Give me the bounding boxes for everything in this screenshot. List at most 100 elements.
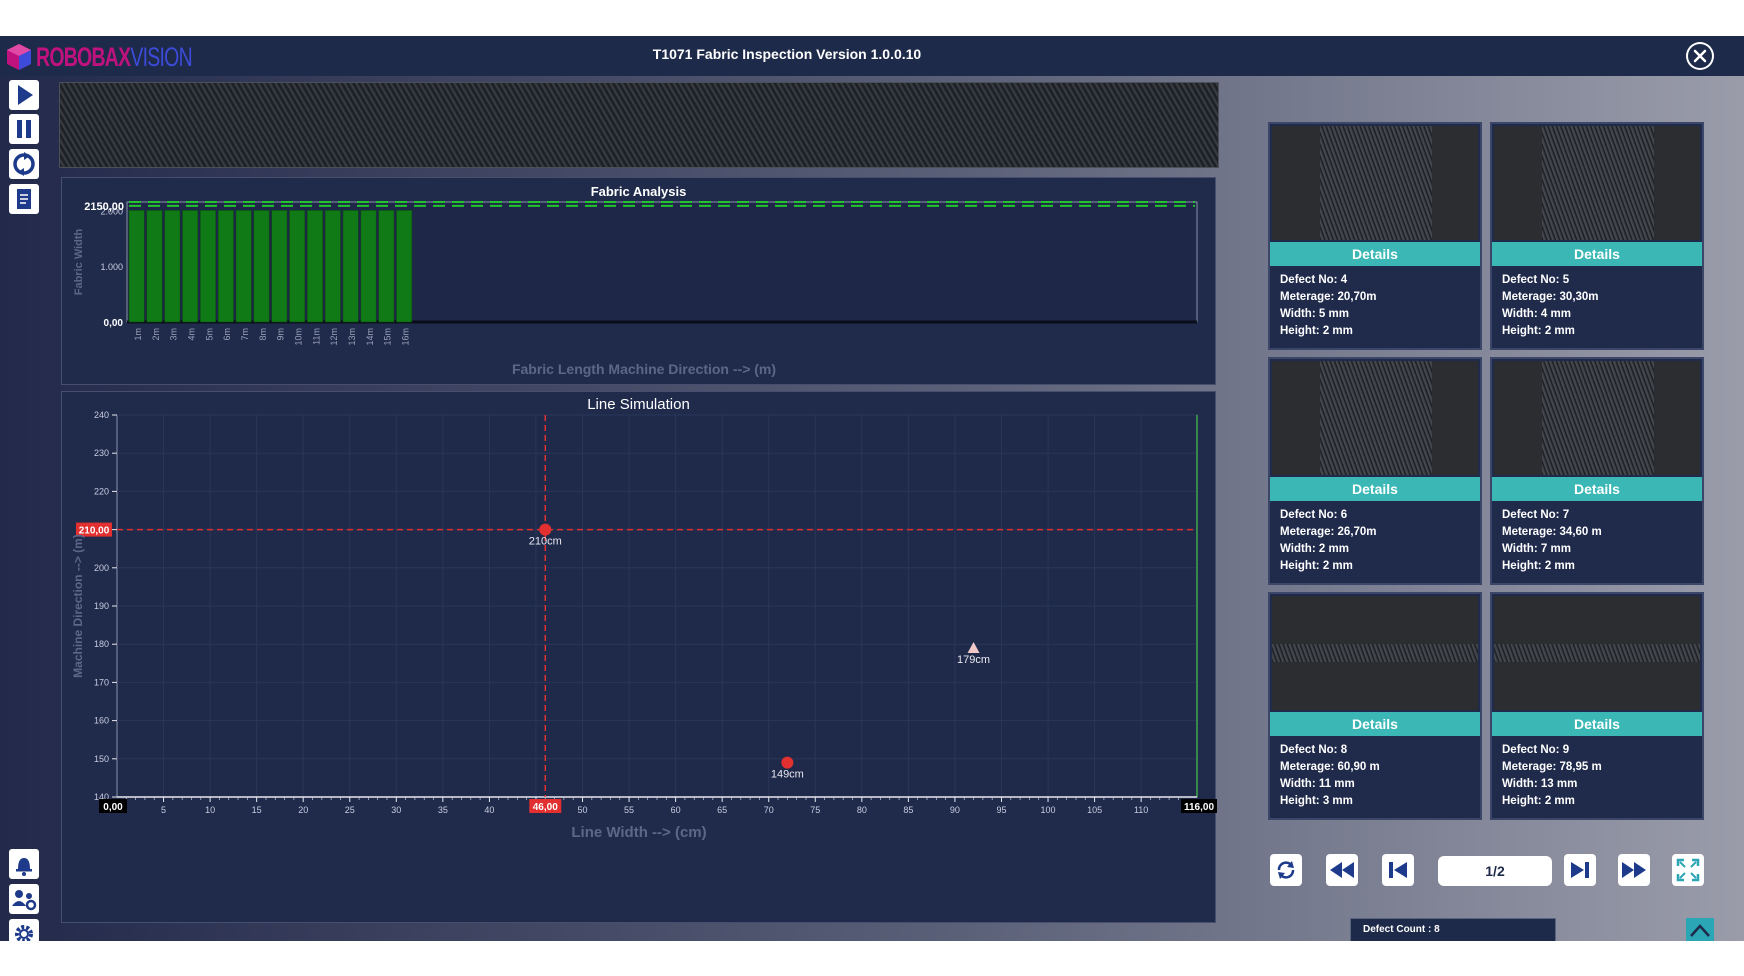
defect-info: Defect No: 6 Meterage: 26,70m Width: 2 mm H… [1280, 507, 1476, 575]
x-max-label: 116,00 [1184, 802, 1214, 813]
fabric-bar [289, 210, 306, 323]
scatter-x-tick-label: 110 [1134, 805, 1148, 815]
defect-no-value: 6 [1340, 509, 1348, 521]
meterage-label: Meterage: [1502, 291, 1557, 303]
fabric-bar [396, 210, 413, 323]
width-label: Width: [1502, 543, 1538, 555]
details-button[interactable]: Details [1492, 712, 1702, 736]
defect-no-label: Defect No: [1502, 509, 1560, 521]
scatter-y-tick-label: 190 [94, 601, 109, 611]
scatter-y-tick-label: 200 [94, 563, 109, 573]
meterage-value: 60,90 m [1337, 761, 1380, 773]
details-button[interactable]: Details [1492, 242, 1702, 266]
rewind-button[interactable] [1326, 854, 1358, 886]
scatter-x-tick-label: 100 [1041, 805, 1056, 815]
bar-x-tick-label: 16m [400, 328, 410, 346]
close-button[interactable] [1686, 42, 1714, 70]
bar-x-tick-label: 3m [169, 328, 179, 341]
fabric-bar [253, 210, 270, 323]
defect-info: Defect No: 4 Meterage: 20,70m Width: 5 mm H… [1280, 272, 1476, 340]
bar-x-tick-label: 1m [133, 328, 143, 341]
defect-no-label: Defect No: [1502, 744, 1560, 756]
defect-no-label: Defect No: [1280, 744, 1338, 756]
defect-thumbnail[interactable] [1272, 361, 1478, 475]
height-value: 2 mm [1322, 325, 1353, 337]
details-button[interactable]: Details [1492, 477, 1702, 501]
play-button[interactable] [9, 80, 39, 110]
defect-point-label: 149cm [771, 769, 804, 781]
details-button[interactable]: Details [1270, 712, 1480, 736]
scatter-x-tick-label: 50 [578, 805, 588, 815]
height-value: 2 mm [1322, 560, 1353, 572]
scroll-up-button[interactable] [1686, 918, 1714, 941]
reset-button[interactable] [9, 149, 39, 179]
bar-x-tick-label: 6m [222, 328, 232, 341]
bar-x-axis-label: Fabric Length Machine Direction --> (m) [512, 361, 776, 377]
height-label: Height: [1280, 795, 1320, 807]
refresh-button[interactable] [1270, 854, 1302, 886]
fabric-bar [200, 210, 216, 323]
height-label: Height: [1502, 560, 1542, 572]
alarm-button[interactable] [9, 849, 39, 879]
bar-x-tick-label: 9m [276, 328, 286, 341]
fullscreen-button[interactable] [1672, 854, 1704, 886]
users-button[interactable] [9, 884, 39, 914]
bell-icon [9, 849, 39, 879]
defect-thumbnail[interactable] [1272, 596, 1478, 710]
bar-current-value-label: 2150,00 [84, 201, 124, 213]
skip-first-icon [1382, 854, 1414, 886]
pause-icon [9, 114, 39, 144]
meterage-label: Meterage: [1502, 526, 1557, 538]
defect-card: Details Defect No: 4 Meterage: 20,70m Width… [1268, 122, 1482, 350]
defect-thumbnail[interactable] [1494, 361, 1700, 475]
fabric-texture [1542, 361, 1654, 475]
scatter-x-tick-label: 35 [438, 805, 448, 815]
pause-button[interactable] [9, 114, 39, 144]
width-value: 4 mm [1540, 308, 1571, 320]
scatter-x-tick-label: 5 [161, 805, 166, 815]
defect-card: Details Defect No: 9 Meterage: 78,95 m Widt… [1490, 592, 1704, 820]
defect-thumbnail[interactable] [1272, 126, 1478, 240]
line-simulation-panel: Line Simulation 510152025303540455055606… [61, 391, 1217, 923]
defect-thumbnail[interactable] [1494, 126, 1700, 240]
fabric-bar [146, 210, 163, 323]
scatter-x-tick-label: 90 [950, 805, 960, 815]
scatter-x-tick-label: 80 [857, 805, 867, 815]
title-bar: ROBOBAXVISION T1071 Fabric Inspection Ve… [0, 36, 1744, 76]
defect-info: Defect No: 8 Meterage: 60,90 m Width: 11 m… [1280, 742, 1476, 810]
page-indicator: 1/2 [1438, 856, 1552, 886]
fast-forward-button[interactable] [1618, 854, 1650, 886]
defect-info: Defect No: 7 Meterage: 34,60 m Width: 7 mm… [1502, 507, 1698, 575]
width-label: Width: [1502, 308, 1538, 320]
gallery-pager: 1/2 [1268, 854, 1708, 894]
fabric-texture [1320, 126, 1432, 240]
scatter-x-axis-label: Line Width --> (cm) [571, 824, 706, 841]
scatter-x-tick-label: 105 [1087, 805, 1102, 815]
scatter-x-tick-label: 95 [996, 805, 1006, 815]
scatter-y-tick-label: 160 [94, 716, 109, 726]
settings-button[interactable] [9, 919, 39, 941]
bar-plot-area [126, 201, 1198, 323]
details-button[interactable]: Details [1270, 477, 1480, 501]
meterage-label: Meterage: [1280, 291, 1335, 303]
defect-no-label: Defect No: [1280, 274, 1338, 286]
last-page-button[interactable] [1564, 854, 1596, 886]
scatter-y-tick-label: 220 [94, 486, 109, 496]
play-icon [9, 80, 39, 110]
defect-info: Defect No: 5 Meterage: 30,30m Width: 4 mm H… [1502, 272, 1698, 340]
details-button[interactable]: Details [1270, 242, 1480, 266]
scatter-y-tick-label: 240 [94, 410, 109, 420]
defect-thumbnail[interactable] [1494, 596, 1700, 710]
bar-x-tick-label: 13m [347, 328, 357, 346]
left-toolbar [0, 76, 48, 941]
defect-card: Details Defect No: 5 Meterage: 30,30m Width… [1490, 122, 1704, 350]
bar-y-axis-label: Fabric Width [73, 228, 85, 295]
fabric-bar [271, 210, 288, 323]
bar-y-tick-label: 0,00 [104, 318, 124, 329]
first-page-button[interactable] [1382, 854, 1414, 886]
fabric-bar [324, 210, 341, 323]
defect-no-label: Defect No: [1502, 274, 1560, 286]
fabric-analysis-panel: Fabric Analysis 0,00 1.000 2.000 2150,00 1m 2… [61, 177, 1216, 385]
scatter-x-tick-label: 30 [391, 805, 401, 815]
report-button[interactable] [9, 184, 39, 214]
